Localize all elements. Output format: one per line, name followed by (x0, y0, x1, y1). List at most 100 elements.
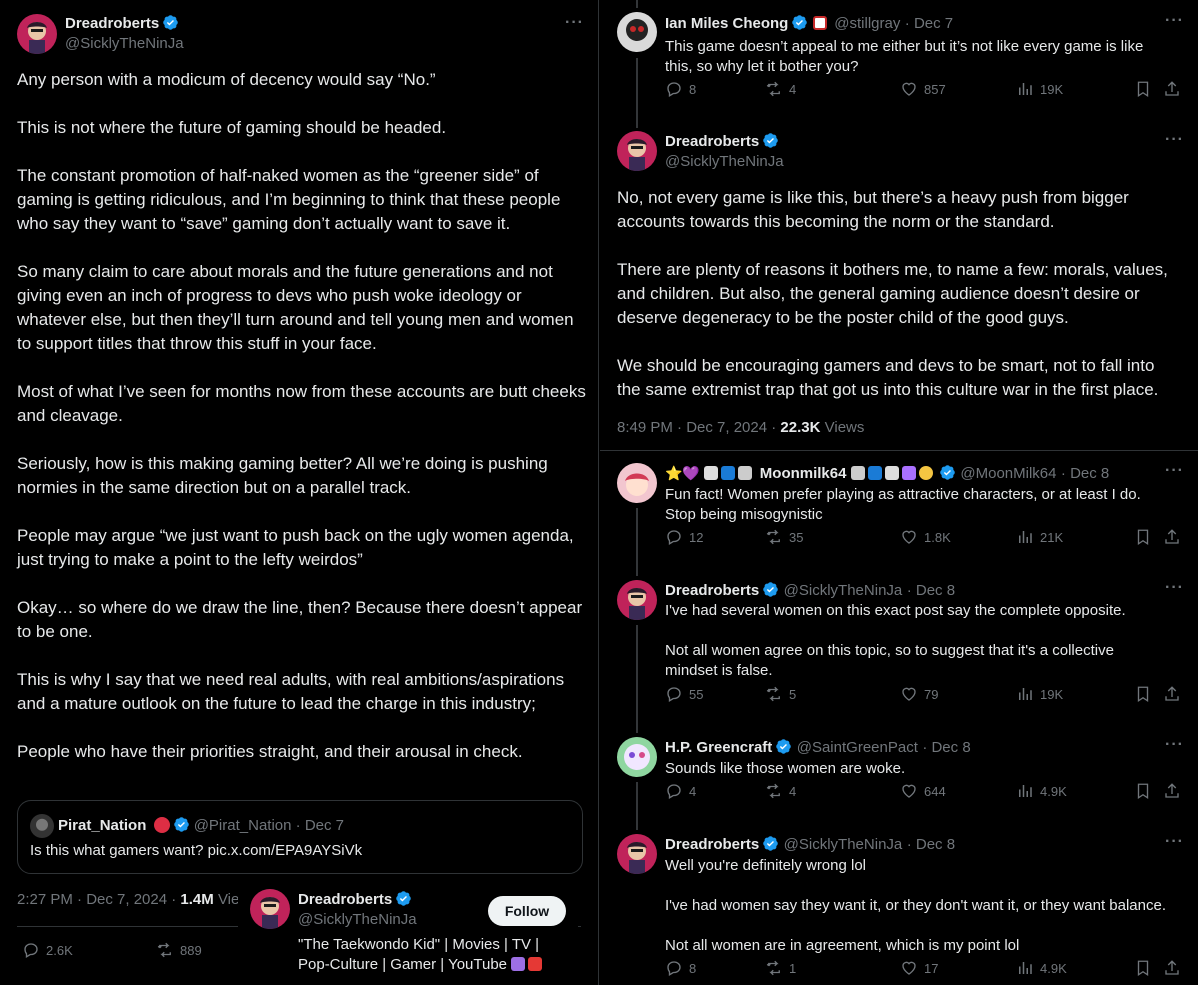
skull-emoji-icon (704, 466, 719, 480)
repost-button[interactable]: 5 (765, 685, 796, 703)
reply-date[interactable]: · Dec 8 (907, 582, 955, 599)
quote-header: Pirat_Nation @Pirat_Nation · Dec 7 (58, 817, 345, 834)
reply-author-name[interactable]: H.P. Greencraft (665, 739, 772, 756)
reply-author-name[interactable]: Moonmilk64 (760, 465, 847, 482)
reply-author-name[interactable]: Dreadroberts (665, 836, 759, 853)
reply-line: Not all women agree on this topic, so to… (665, 642, 1114, 659)
quoted-post[interactable]: Pirat_Nation @Pirat_Nation · Dec 7 Is th… (17, 800, 583, 874)
more-options-icon[interactable]: ··· (1165, 131, 1184, 149)
repost-button[interactable]: 1 (765, 959, 796, 977)
reply-button[interactable]: 55 (665, 685, 703, 703)
repost-button[interactable]: 889 (156, 941, 202, 959)
hovercard-handle[interactable]: @SicklyTheNinJa (298, 911, 417, 928)
bookmark-button[interactable] (1134, 959, 1152, 977)
thread-line (636, 58, 638, 128)
like-button[interactable]: 857 (900, 80, 946, 98)
reply-author-handle[interactable]: @MoonMilk64 (960, 465, 1056, 482)
post-paragraph: The constant promotion of half-naked wom… (17, 166, 561, 233)
reply-button[interactable]: 2.6K (22, 941, 73, 959)
post-timestamp[interactable]: 2:27 PM · Dec 7, 2024 · (17, 891, 176, 908)
reply-avatar[interactable] (617, 463, 657, 503)
more-options-icon[interactable]: ··· (565, 14, 584, 32)
focused-author-handle[interactable]: @SicklyTheNinJa (665, 153, 784, 170)
author-handle[interactable]: @SicklyTheNinJa (65, 35, 184, 52)
reply-date[interactable]: · Dec 8 (907, 836, 955, 853)
share-button[interactable] (1163, 782, 1181, 800)
repost-button[interactable]: 4 (765, 782, 796, 800)
bookmark-button[interactable] (1134, 80, 1152, 98)
like-count: 79 (924, 686, 939, 702)
bookmark-button[interactable] (1134, 528, 1152, 546)
reply-button[interactable]: 12 (665, 528, 703, 546)
views-button[interactable]: 4.9K (1016, 959, 1067, 977)
reply-count: 55 (689, 686, 704, 702)
author-avatar[interactable] (17, 14, 57, 54)
more-options-icon[interactable]: ··· (1165, 579, 1184, 597)
more-options-icon[interactable]: ··· (1165, 833, 1184, 851)
reply-thread-column: Ian Miles Cheong @stillgray · Dec 7 ··· … (600, 0, 1198, 985)
reply-count: 8 (689, 81, 697, 97)
focused-timestamp[interactable]: 8:49 PM · Dec 7, 2024 · (617, 419, 776, 436)
more-options-icon[interactable]: ··· (1165, 462, 1184, 480)
reply-date[interactable]: · Dec 8 (922, 739, 970, 756)
views-count: 4.9K (1040, 783, 1067, 799)
share-button[interactable] (1163, 685, 1181, 703)
thread-line (636, 0, 638, 8)
reply-author-handle[interactable]: @stillgray (834, 15, 900, 32)
reply-author-name[interactable]: Dreadroberts (665, 582, 759, 599)
views-count: 19K (1040, 686, 1064, 702)
like-button[interactable]: 17 (900, 959, 938, 977)
purple-heart-icon (901, 466, 916, 480)
reply-author-name[interactable]: Ian Miles Cheong (665, 15, 788, 32)
flag-emoji-icon (812, 16, 827, 30)
repost-button[interactable]: 35 (765, 528, 803, 546)
share-button[interactable] (1163, 528, 1181, 546)
focused-line: No, not every game is like this, but the… (617, 188, 1129, 207)
bookmark-icon (1134, 959, 1152, 977)
views-button[interactable]: 19K (1016, 685, 1063, 703)
more-options-icon[interactable]: ··· (1165, 12, 1184, 30)
views-button[interactable]: 21K (1016, 528, 1063, 546)
reply-avatar[interactable] (617, 580, 657, 620)
verified-badge-icon (775, 738, 792, 755)
focused-author-name[interactable]: Dreadroberts (665, 133, 759, 150)
focused-avatar[interactable] (617, 131, 657, 171)
like-count: 1.8K (924, 529, 951, 545)
reply-author-handle[interactable]: @SicklyTheNinJa (784, 836, 903, 853)
reply-author-handle[interactable]: @SicklyTheNinJa (784, 582, 903, 599)
reply-date[interactable]: · Dec 7 (905, 15, 953, 32)
reply-avatar[interactable] (617, 834, 657, 874)
follow-button[interactable]: Follow (488, 896, 566, 926)
like-button[interactable]: 1.8K (900, 528, 951, 546)
views-button[interactable]: 19K (1016, 80, 1063, 98)
repost-button[interactable]: 4 (765, 80, 796, 98)
verified-badge-icon (762, 132, 779, 149)
reply-date[interactable]: · Dec 8 (1061, 465, 1109, 482)
hovercard-name[interactable]: Dreadroberts (298, 891, 392, 908)
reply-author-handle[interactable]: @SaintGreenPact (797, 739, 918, 756)
post-paragraph: Okay… so where do we draw the line, then… (17, 598, 583, 641)
reply-header: Dreadroberts @SicklyTheNinJa · Dec 8 (665, 581, 955, 600)
reply-avatar[interactable] (617, 12, 657, 52)
bookmark-button[interactable] (1134, 685, 1152, 703)
like-button[interactable]: 79 (900, 685, 938, 703)
share-button[interactable] (1163, 959, 1181, 977)
author-name[interactable]: Dreadroberts (65, 15, 159, 32)
verified-badge-icon (791, 14, 808, 31)
hovercard-avatar[interactable] (250, 889, 290, 929)
reply-body: I've had several women on this exact pos… (665, 601, 1126, 681)
more-options-icon[interactable]: ··· (1165, 736, 1184, 754)
bookmark-button[interactable] (1134, 782, 1152, 800)
views-button[interactable]: 4.9K (1016, 782, 1067, 800)
repost-count: 5 (789, 686, 797, 702)
share-button[interactable] (1163, 80, 1181, 98)
like-button[interactable]: 644 (900, 782, 946, 800)
reply-icon (665, 80, 683, 98)
repost-count: 4 (789, 81, 797, 97)
quote-author-name: Pirat_Nation (58, 817, 147, 834)
reply-avatar[interactable] (617, 737, 657, 777)
reply-button[interactable]: 8 (665, 959, 696, 977)
reply-button[interactable]: 4 (665, 782, 696, 800)
reply-button[interactable]: 8 (665, 80, 696, 98)
post-paragraph: Seriously, how is this making gaming bet… (17, 454, 548, 497)
